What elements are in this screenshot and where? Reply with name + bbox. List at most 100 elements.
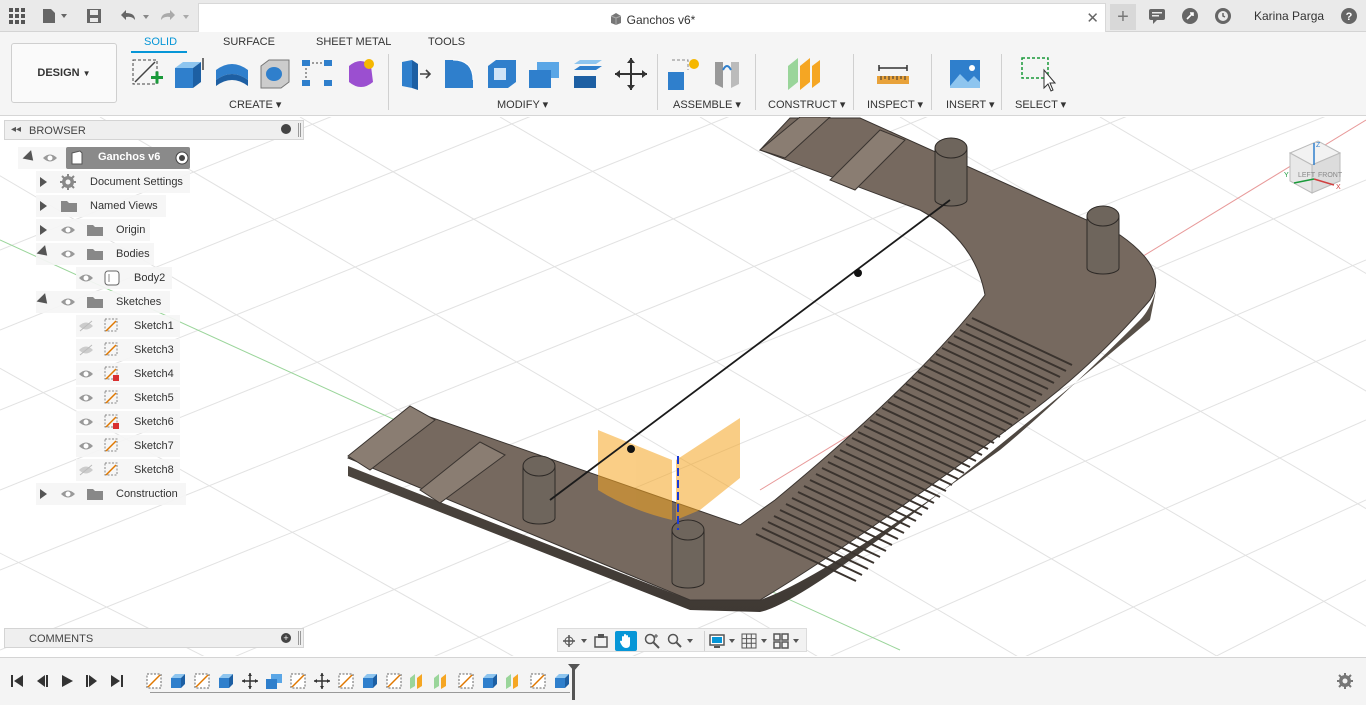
joint-icon[interactable]	[709, 56, 745, 92]
eye-icon[interactable]	[60, 224, 76, 236]
browser-item-sketch8[interactable]: Sketch8	[76, 459, 180, 481]
construct-menu[interactable]: CONSTRUCT ▾	[768, 98, 845, 111]
new-tab-button[interactable]: +	[1110, 4, 1136, 30]
timeline-plane-icon[interactable]	[505, 672, 523, 690]
timeline-sketch-icon[interactable]	[385, 672, 403, 690]
offset-plane-icon[interactable]	[786, 56, 822, 92]
orbit-icon[interactable]	[560, 631, 590, 651]
move-icon[interactable]	[613, 56, 649, 92]
pan-icon[interactable]	[615, 631, 637, 651]
go-to-start-icon[interactable]	[8, 672, 26, 690]
minus-icon[interactable]	[281, 124, 291, 134]
tab-solid[interactable]: SOLID	[144, 36, 177, 48]
browser-item-named-views[interactable]: Named Views	[36, 195, 166, 217]
timeline-sketch-icon[interactable]	[289, 672, 307, 690]
zoom-icon[interactable]	[666, 631, 696, 651]
browser-item-body2[interactable]: Body2	[76, 267, 172, 289]
eye-icon[interactable]	[42, 152, 58, 164]
new-component-icon[interactable]	[666, 56, 702, 92]
hole-icon[interactable]	[257, 56, 293, 92]
redo-icon[interactable]	[158, 5, 194, 27]
timeline-sketch-icon[interactable]	[145, 672, 163, 690]
undo-icon[interactable]	[116, 5, 152, 27]
pattern-icon[interactable]	[300, 56, 336, 92]
browser-item-sketch1[interactable]: Sketch1	[76, 315, 180, 337]
timeline-sketch-icon[interactable]	[337, 672, 355, 690]
assemble-menu[interactable]: ASSEMBLE ▾	[673, 98, 741, 111]
help-icon[interactable]: ?	[1338, 5, 1360, 27]
select-menu[interactable]: SELECT ▾	[1015, 98, 1066, 111]
expand-toggle-icon[interactable]	[40, 177, 47, 187]
browser-header[interactable]: ◂◂ BROWSER	[4, 120, 304, 140]
eye-icon[interactable]	[78, 416, 94, 428]
eye-icon[interactable]	[78, 440, 94, 452]
offset-face-icon[interactable]	[570, 56, 606, 92]
step-back-icon[interactable]	[33, 672, 51, 690]
timeline-extrude-icon[interactable]	[553, 672, 571, 690]
create-sketch-icon[interactable]	[129, 56, 165, 92]
pin-icon[interactable]	[298, 123, 301, 137]
play-icon[interactable]	[58, 672, 76, 690]
3d-viewport[interactable]: LEFT FRONT Z X Y	[0, 117, 1366, 656]
zoom-window-icon[interactable]	[641, 631, 663, 651]
step-forward-icon[interactable]	[83, 672, 101, 690]
browser-item-sketch5[interactable]: Sketch5	[76, 387, 180, 409]
timeline-sketch-icon[interactable]	[193, 672, 211, 690]
job-status-icon[interactable]	[1179, 5, 1201, 27]
browser-item-sketch3[interactable]: Sketch3	[76, 339, 180, 361]
tab-surface[interactable]: SURFACE	[223, 36, 275, 48]
viewports-icon[interactable]	[772, 631, 802, 651]
eye-hidden-icon[interactable]	[78, 320, 94, 332]
document-tab[interactable]: Ganchos v6* ✕	[198, 3, 1106, 32]
eye-icon[interactable]	[60, 248, 76, 260]
eye-icon[interactable]	[60, 488, 76, 500]
fillet-icon[interactable]	[441, 56, 477, 92]
insert-image-icon[interactable]	[948, 56, 984, 92]
collapse-panel-icon[interactable]: ◂◂	[11, 124, 21, 135]
browser-item-construction[interactable]: Construction	[36, 483, 186, 505]
eye-icon[interactable]	[78, 368, 94, 380]
press-pull-icon[interactable]	[398, 56, 434, 92]
display-settings-icon[interactable]	[708, 631, 738, 651]
timeline-extrude-icon[interactable]	[481, 672, 499, 690]
modify-menu[interactable]: MODIFY ▾	[497, 98, 548, 111]
timeline-plane-icon[interactable]	[409, 672, 427, 690]
pin-icon[interactable]	[298, 631, 301, 645]
grid-settings-icon[interactable]	[740, 631, 770, 651]
tab-sheet-metal[interactable]: SHEET METAL	[316, 36, 391, 48]
timeline-sketch-icon[interactable]	[457, 672, 475, 690]
expand-toggle-icon[interactable]	[40, 201, 47, 211]
user-name[interactable]: Karina Parga	[1254, 9, 1324, 23]
workspace-dropdown[interactable]: DESIGN ▼	[11, 43, 117, 103]
extrude-icon[interactable]	[171, 56, 207, 92]
model-canvas[interactable]: LEFT FRONT Z X Y	[0, 117, 1366, 656]
expand-toggle-icon[interactable]	[40, 489, 47, 499]
clock-icon[interactable]	[1212, 5, 1234, 27]
inspect-menu[interactable]: INSPECT ▾	[867, 98, 923, 111]
browser-item-document-settings[interactable]: Document Settings	[36, 171, 190, 193]
timeline-extrude-icon[interactable]	[217, 672, 235, 690]
timeline-extrude-icon[interactable]	[169, 672, 187, 690]
timeline-plane-icon[interactable]	[433, 672, 451, 690]
timeline-move-icon[interactable]	[241, 672, 259, 690]
timeline-sketch-icon[interactable]	[529, 672, 547, 690]
eye-hidden-icon[interactable]	[78, 464, 94, 476]
notifications-icon[interactable]	[1146, 5, 1168, 27]
collapse-toggle-icon[interactable]	[36, 293, 52, 308]
file-menu-icon[interactable]	[40, 5, 70, 27]
eye-icon[interactable]	[60, 296, 76, 308]
browser-item-sketch7[interactable]: Sketch7	[76, 435, 180, 457]
eye-icon[interactable]	[78, 392, 94, 404]
expand-toggle-icon[interactable]	[40, 225, 47, 235]
combine-icon[interactable]	[527, 56, 563, 92]
app-grid-icon[interactable]	[6, 5, 28, 27]
browser-item-sketches[interactable]: Sketches	[36, 291, 170, 313]
measure-icon[interactable]	[875, 56, 911, 92]
collapse-toggle-icon[interactable]	[36, 245, 52, 260]
comments-panel[interactable]: COMMENTS +	[4, 628, 304, 648]
tab-tools[interactable]: TOOLS	[428, 36, 465, 48]
timeline-settings-gear-icon[interactable]	[1336, 672, 1354, 690]
revolve-icon[interactable]	[214, 56, 250, 92]
timeline-marker[interactable]	[572, 666, 575, 700]
expand-toggle-icon[interactable]	[22, 150, 38, 165]
